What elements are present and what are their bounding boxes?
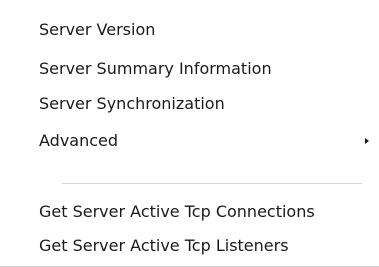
menu-item-get-server-active-tcp-listeners[interactable]: Get Server Active Tcp Listeners [0,230,379,262]
menu-item-label: Server Summary Information [39,59,272,78]
menu-item-label: Advanced [39,131,119,150]
menu-item-server-synchronization[interactable]: Server Synchronization [0,88,379,120]
menu-item-get-server-active-tcp-connections[interactable]: Get Server Active Tcp Connections [0,196,379,228]
chevron-right-icon [365,138,369,144]
menu-item-label: Server Version [39,20,156,39]
menu-item-label: Server Synchronization [39,94,225,113]
menu-item-server-version[interactable]: Server Version [0,14,379,46]
menu-item-label: Get Server Active Tcp Connections [39,202,315,221]
menu-separator [62,183,362,184]
context-menu: Server Version Server Summary Informatio… [0,0,379,267]
menu-item-label: Get Server Active Tcp Listeners [39,236,289,255]
menu-item-server-summary-information[interactable]: Server Summary Information [0,53,379,85]
menu-item-advanced[interactable]: Advanced [0,125,379,157]
